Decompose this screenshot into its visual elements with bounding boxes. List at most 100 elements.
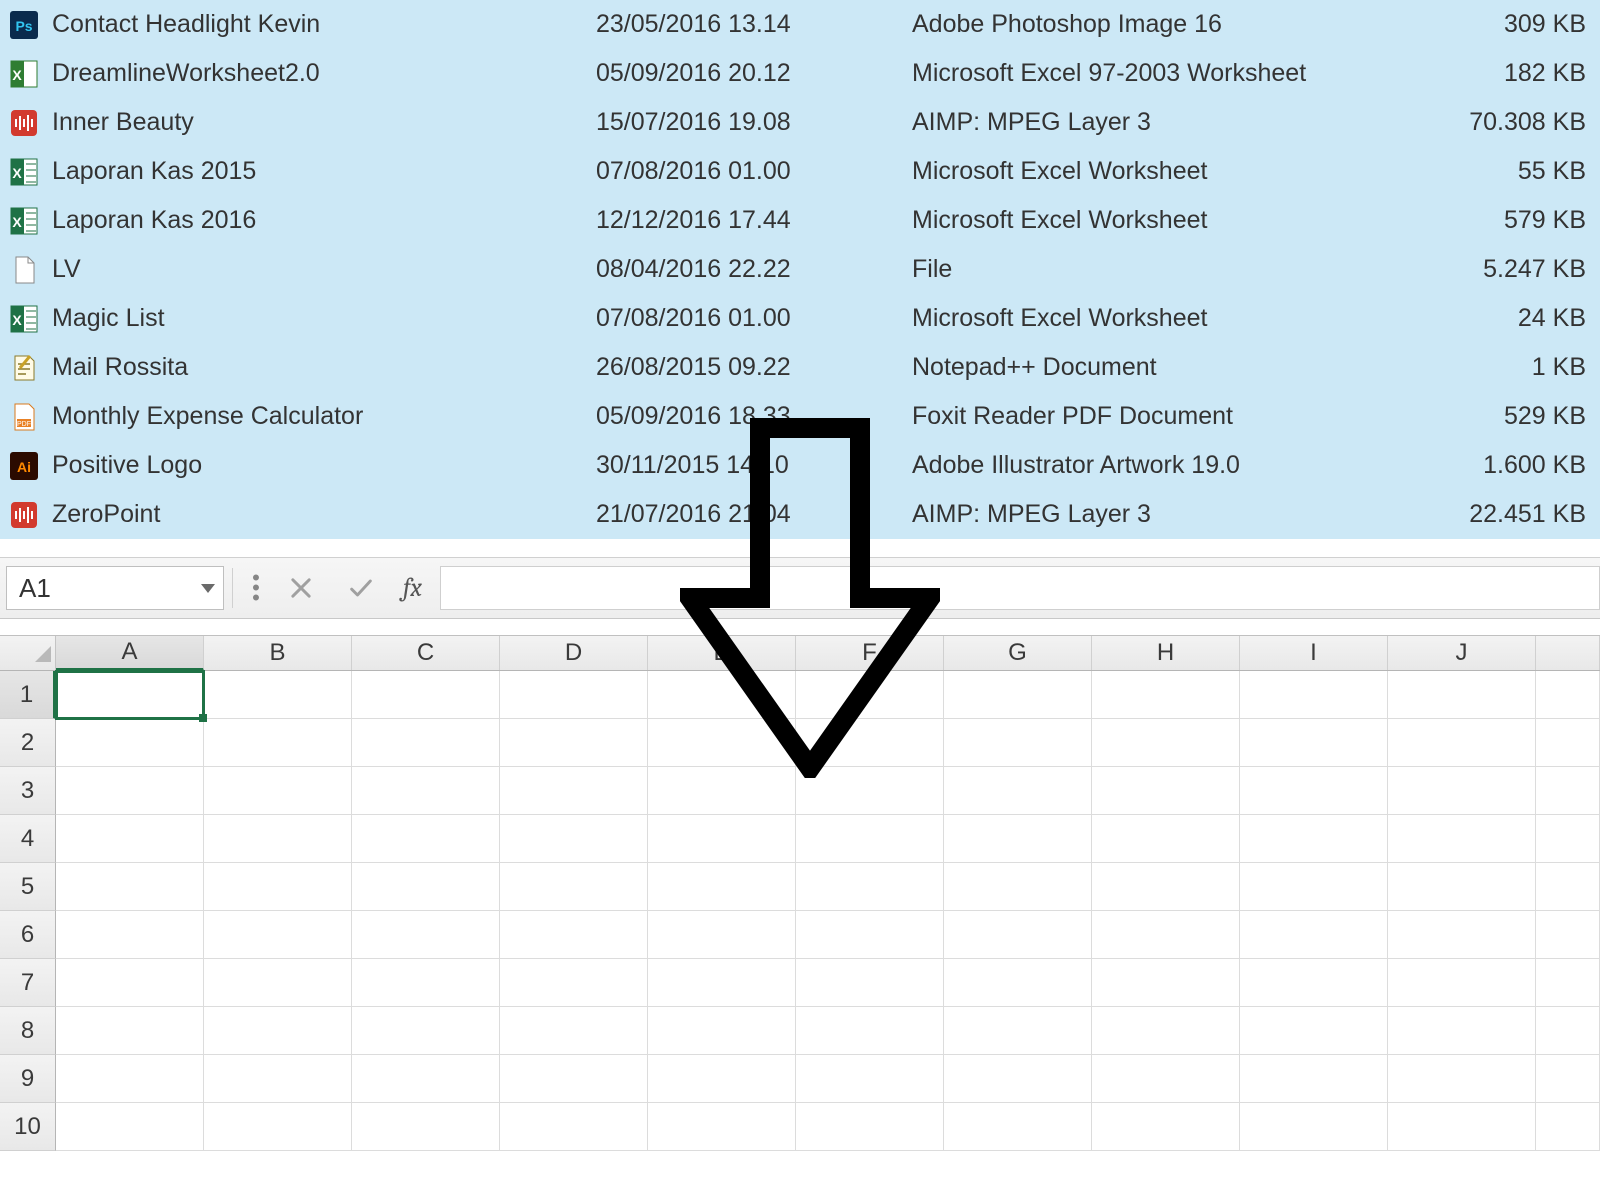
cell[interactable] [56,863,204,911]
cell[interactable] [648,959,796,1007]
cell[interactable] [944,767,1092,815]
cell[interactable] [204,719,352,767]
cell[interactable] [352,719,500,767]
cell[interactable] [648,1103,796,1151]
cell[interactable] [648,911,796,959]
cell[interactable] [648,671,796,719]
row-header[interactable]: 4 [0,815,56,863]
expand-formula-bar-icon[interactable]: ••• [241,573,271,603]
cell[interactable] [944,815,1092,863]
cell[interactable] [1092,863,1240,911]
cell[interactable] [944,719,1092,767]
cell[interactable] [1092,719,1240,767]
cell[interactable] [204,815,352,863]
cell[interactable] [352,767,500,815]
cell[interactable] [648,1055,796,1103]
cell[interactable] [648,1007,796,1055]
cell[interactable] [1388,1103,1536,1151]
cell[interactable] [1092,911,1240,959]
cell[interactable] [1536,863,1600,911]
file-row[interactable]: LV 08/04/2016 22.22 File 5.247 KB [0,245,1600,294]
cell[interactable] [796,911,944,959]
cell[interactable] [1240,719,1388,767]
column-header[interactable]: B [204,636,352,670]
cell[interactable] [500,815,648,863]
cell[interactable] [796,863,944,911]
cell[interactable] [1536,1007,1600,1055]
cell[interactable] [352,911,500,959]
cell[interactable] [944,863,1092,911]
cell[interactable] [500,767,648,815]
cell[interactable] [352,815,500,863]
cell[interactable] [796,1007,944,1055]
cell[interactable] [56,1007,204,1055]
cell[interactable] [56,1055,204,1103]
file-row[interactable]: X Magic List 07/08/2016 01.00 Microsoft … [0,294,1600,343]
cell[interactable] [1388,911,1536,959]
formula-input[interactable] [441,566,1600,610]
insert-function-button[interactable]: fx [391,573,434,603]
cell[interactable] [1388,815,1536,863]
cell[interactable] [56,911,204,959]
cell[interactable] [944,911,1092,959]
cell[interactable] [1240,671,1388,719]
cell[interactable] [944,1055,1092,1103]
cell[interactable] [500,671,648,719]
cell[interactable] [944,959,1092,1007]
row-header[interactable]: 10 [0,1103,56,1151]
cell[interactable] [1092,815,1240,863]
cell[interactable] [1092,1103,1240,1151]
cell[interactable] [352,959,500,1007]
cell[interactable] [1240,863,1388,911]
cell[interactable] [204,1103,352,1151]
cell[interactable] [204,1007,352,1055]
cell[interactable] [1240,1007,1388,1055]
cell[interactable] [796,1103,944,1151]
cancel-button[interactable] [271,566,331,610]
file-row[interactable]: ZeroPoint 21/07/2016 21.04 AIMP: MPEG La… [0,490,1600,539]
row-header[interactable]: 9 [0,1055,56,1103]
cell[interactable] [648,863,796,911]
cell[interactable] [1388,671,1536,719]
cell[interactable] [500,1007,648,1055]
file-row[interactable]: Ps Contact Headlight Kevin 23/05/2016 13… [0,0,1600,49]
column-header[interactable]: D [500,636,648,670]
cell[interactable] [1388,767,1536,815]
cell[interactable] [648,767,796,815]
row-header[interactable]: 6 [0,911,56,959]
cell[interactable] [796,1055,944,1103]
row-header[interactable]: 2 [0,719,56,767]
cell[interactable] [1092,959,1240,1007]
cell[interactable] [796,815,944,863]
file-row[interactable]: Inner Beauty 15/07/2016 19.08 AIMP: MPEG… [0,98,1600,147]
column-header[interactable]: A [56,636,204,671]
cell[interactable] [1240,1103,1388,1151]
cell[interactable] [500,1103,648,1151]
cell[interactable] [1092,767,1240,815]
cell[interactable] [1536,767,1600,815]
cell[interactable] [648,815,796,863]
cell[interactable] [1092,1007,1240,1055]
cell[interactable] [352,671,500,719]
cell[interactable] [796,959,944,1007]
select-all-corner[interactable] [0,636,56,670]
row-header[interactable]: 7 [0,959,56,1007]
cell[interactable] [204,1055,352,1103]
cell[interactable] [1240,1055,1388,1103]
column-header[interactable]: J [1388,636,1536,670]
cell[interactable] [1092,1055,1240,1103]
cell[interactable] [1388,719,1536,767]
row-header[interactable]: 3 [0,767,56,815]
cell[interactable] [796,671,944,719]
cell[interactable] [944,671,1092,719]
cell[interactable] [1388,1055,1536,1103]
file-row[interactable]: X DreamlineWorksheet2.0 05/09/2016 20.12… [0,49,1600,98]
file-row[interactable]: Ai Positive Logo 30/11/2015 14.10 Adobe … [0,441,1600,490]
cell[interactable] [1536,959,1600,1007]
cell[interactable] [352,1055,500,1103]
cell[interactable] [1388,959,1536,1007]
column-header[interactable]: E [648,636,796,670]
cell[interactable] [56,719,204,767]
cell[interactable] [1536,1055,1600,1103]
cell[interactable] [352,1007,500,1055]
